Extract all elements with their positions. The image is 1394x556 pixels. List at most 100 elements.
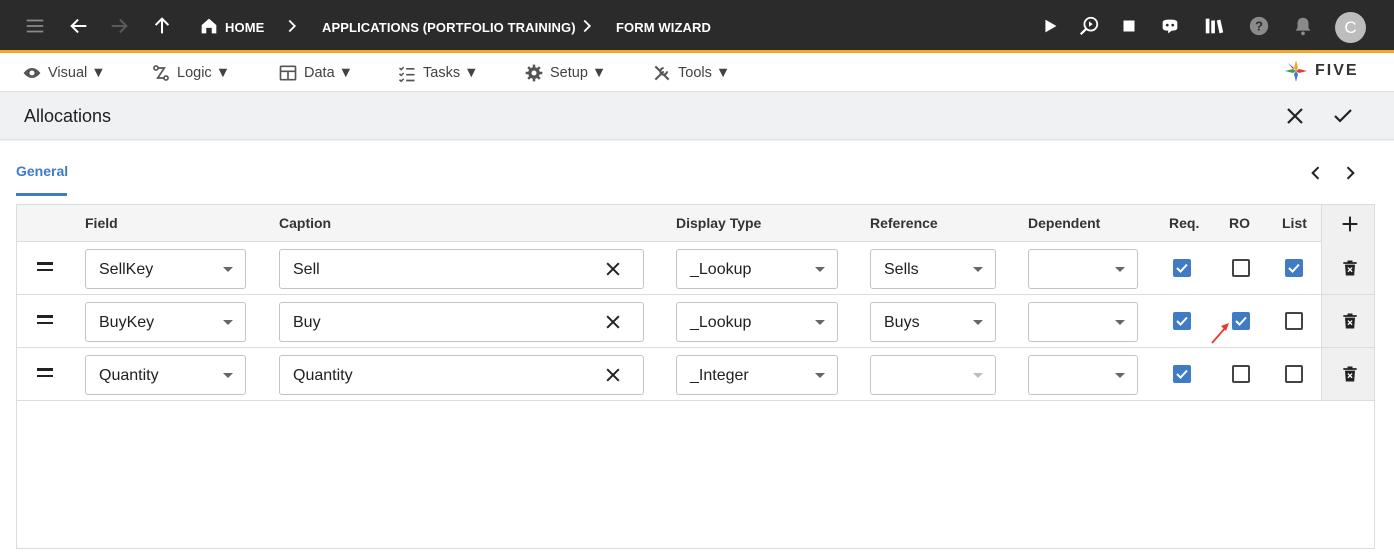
close-icon[interactable] bbox=[1283, 104, 1307, 128]
back-arrow-icon[interactable] bbox=[67, 14, 91, 38]
column-reference: Reference bbox=[870, 215, 938, 231]
eye-icon bbox=[23, 68, 41, 78]
req-checkbox[interactable] bbox=[1173, 312, 1191, 330]
display-type-select[interactable]: _Lookup bbox=[676, 302, 838, 342]
stop-icon[interactable] bbox=[1117, 14, 1141, 38]
caret-down-icon bbox=[973, 320, 983, 325]
chevron-right-icon[interactable] bbox=[1340, 163, 1360, 183]
gear-icon bbox=[525, 64, 543, 82]
field-select[interactable]: SellKey bbox=[85, 249, 246, 289]
menu-tasks-label: Tasks ▼ bbox=[423, 65, 479, 81]
clear-icon[interactable] bbox=[603, 365, 623, 385]
tab-indicator bbox=[16, 193, 67, 196]
logic-flow-icon bbox=[153, 65, 169, 81]
table-icon bbox=[279, 65, 297, 81]
table-row: BuyKey Buy _Lookup Buys bbox=[17, 295, 1374, 348]
reference-select[interactable]: Buys bbox=[870, 302, 996, 342]
display-type-select[interactable]: _Lookup bbox=[676, 249, 838, 289]
chevron-left-icon[interactable] bbox=[1306, 163, 1326, 183]
play-icon[interactable] bbox=[1038, 14, 1062, 38]
forward-arrow-icon[interactable] bbox=[107, 14, 131, 38]
menu-tasks[interactable]: Tasks ▼ bbox=[397, 63, 478, 83]
menu-setup[interactable]: Setup ▼ bbox=[524, 63, 606, 83]
bell-icon[interactable] bbox=[1291, 14, 1315, 38]
reference-select[interactable]: Sells bbox=[870, 249, 996, 289]
field-select[interactable]: Quantity bbox=[85, 355, 246, 395]
clear-icon[interactable] bbox=[603, 312, 623, 332]
display-type-select[interactable]: _Integer bbox=[676, 355, 838, 395]
dependent-select[interactable] bbox=[1028, 302, 1138, 342]
delete-row-icon[interactable] bbox=[1340, 258, 1360, 278]
display-type-value: _Integer bbox=[690, 367, 749, 384]
field-select[interactable]: BuyKey bbox=[85, 302, 246, 342]
drag-handle-icon[interactable] bbox=[37, 262, 53, 271]
add-row-icon[interactable] bbox=[1339, 213, 1361, 235]
tab-general[interactable]: General bbox=[16, 163, 68, 179]
app-bar: HOME APPLICATIONS (PORTFOLIO TRAINING) F… bbox=[0, 0, 1394, 53]
caret-down-icon bbox=[1115, 373, 1125, 378]
display-type-value: _Lookup bbox=[690, 261, 752, 278]
breadcrumb-home[interactable]: HOME bbox=[225, 20, 264, 35]
five-logo-icon bbox=[1285, 60, 1307, 82]
breadcrumb-form-wizard[interactable]: FORM WIZARD bbox=[616, 20, 711, 35]
ro-checkbox[interactable] bbox=[1232, 312, 1250, 330]
req-checkbox[interactable] bbox=[1173, 365, 1191, 383]
list-checkbox[interactable] bbox=[1285, 365, 1303, 383]
delete-row-icon[interactable] bbox=[1340, 311, 1360, 331]
caption-value: Buy bbox=[293, 314, 321, 331]
tools-icon bbox=[654, 65, 670, 81]
dependent-select[interactable] bbox=[1028, 249, 1138, 289]
caret-down-icon bbox=[223, 373, 233, 378]
menu-visual[interactable]: Visual ▼ bbox=[22, 63, 106, 83]
confirm-check-icon[interactable] bbox=[1331, 104, 1355, 128]
home-icon[interactable] bbox=[197, 14, 221, 38]
form-header: Allocations bbox=[0, 92, 1394, 140]
reference-select[interactable] bbox=[870, 355, 996, 395]
column-field: Field bbox=[85, 215, 118, 231]
menu-tools-label: Tools ▼ bbox=[678, 65, 731, 81]
chat-bot-icon[interactable] bbox=[1158, 14, 1182, 38]
debug-search-icon[interactable] bbox=[1077, 14, 1101, 38]
list-checkbox[interactable] bbox=[1285, 259, 1303, 277]
reference-value: Buys bbox=[884, 314, 920, 331]
caption-input[interactable]: Sell bbox=[279, 249, 644, 289]
field-value: SellKey bbox=[99, 261, 154, 278]
breadcrumb-applications[interactable]: APPLICATIONS (PORTFOLIO TRAINING) bbox=[322, 20, 576, 35]
menu-tools[interactable]: Tools ▼ bbox=[652, 63, 730, 83]
drag-handle-icon[interactable] bbox=[37, 368, 53, 377]
fields-grid: Field Caption Display Type Reference Dep… bbox=[16, 204, 1375, 549]
column-list: List bbox=[1282, 215, 1307, 231]
column-req: Req. bbox=[1169, 215, 1200, 231]
caret-down-icon bbox=[815, 267, 825, 272]
caption-input[interactable]: Quantity bbox=[279, 355, 644, 395]
field-value: Quantity bbox=[99, 367, 159, 384]
avatar[interactable]: C bbox=[1335, 12, 1366, 43]
ro-checkbox[interactable] bbox=[1232, 259, 1250, 277]
table-row: Quantity Quantity _Integer bbox=[17, 348, 1374, 401]
menu-logic[interactable]: Logic ▼ bbox=[151, 63, 230, 83]
clear-icon[interactable] bbox=[603, 259, 623, 279]
caret-down-icon bbox=[815, 320, 825, 325]
column-dependent: Dependent bbox=[1028, 215, 1101, 231]
caption-input[interactable]: Buy bbox=[279, 302, 644, 342]
library-icon[interactable] bbox=[1202, 14, 1226, 38]
menu-visual-label: Visual ▼ bbox=[48, 65, 106, 81]
delete-row-icon[interactable] bbox=[1340, 364, 1360, 384]
svg-text:?: ? bbox=[1255, 19, 1263, 34]
req-checkbox[interactable] bbox=[1173, 259, 1191, 277]
drag-handle-icon[interactable] bbox=[37, 315, 53, 324]
caret-down-icon bbox=[223, 320, 233, 325]
checklist-icon bbox=[398, 66, 415, 83]
list-checkbox[interactable] bbox=[1285, 312, 1303, 330]
help-icon[interactable]: ? bbox=[1247, 14, 1271, 38]
up-arrow-icon[interactable] bbox=[150, 14, 174, 38]
menu-data[interactable]: Data ▼ bbox=[278, 63, 353, 83]
menu-icon[interactable] bbox=[23, 14, 47, 38]
column-display-type: Display Type bbox=[676, 215, 762, 231]
column-caption: Caption bbox=[279, 215, 332, 231]
five-logo: FIVE bbox=[1283, 57, 1373, 85]
dependent-select[interactable] bbox=[1028, 355, 1138, 395]
grid-header: Field Caption Display Type Reference Dep… bbox=[17, 205, 1374, 242]
chevron-right-icon bbox=[280, 14, 304, 38]
ro-checkbox[interactable] bbox=[1232, 365, 1250, 383]
